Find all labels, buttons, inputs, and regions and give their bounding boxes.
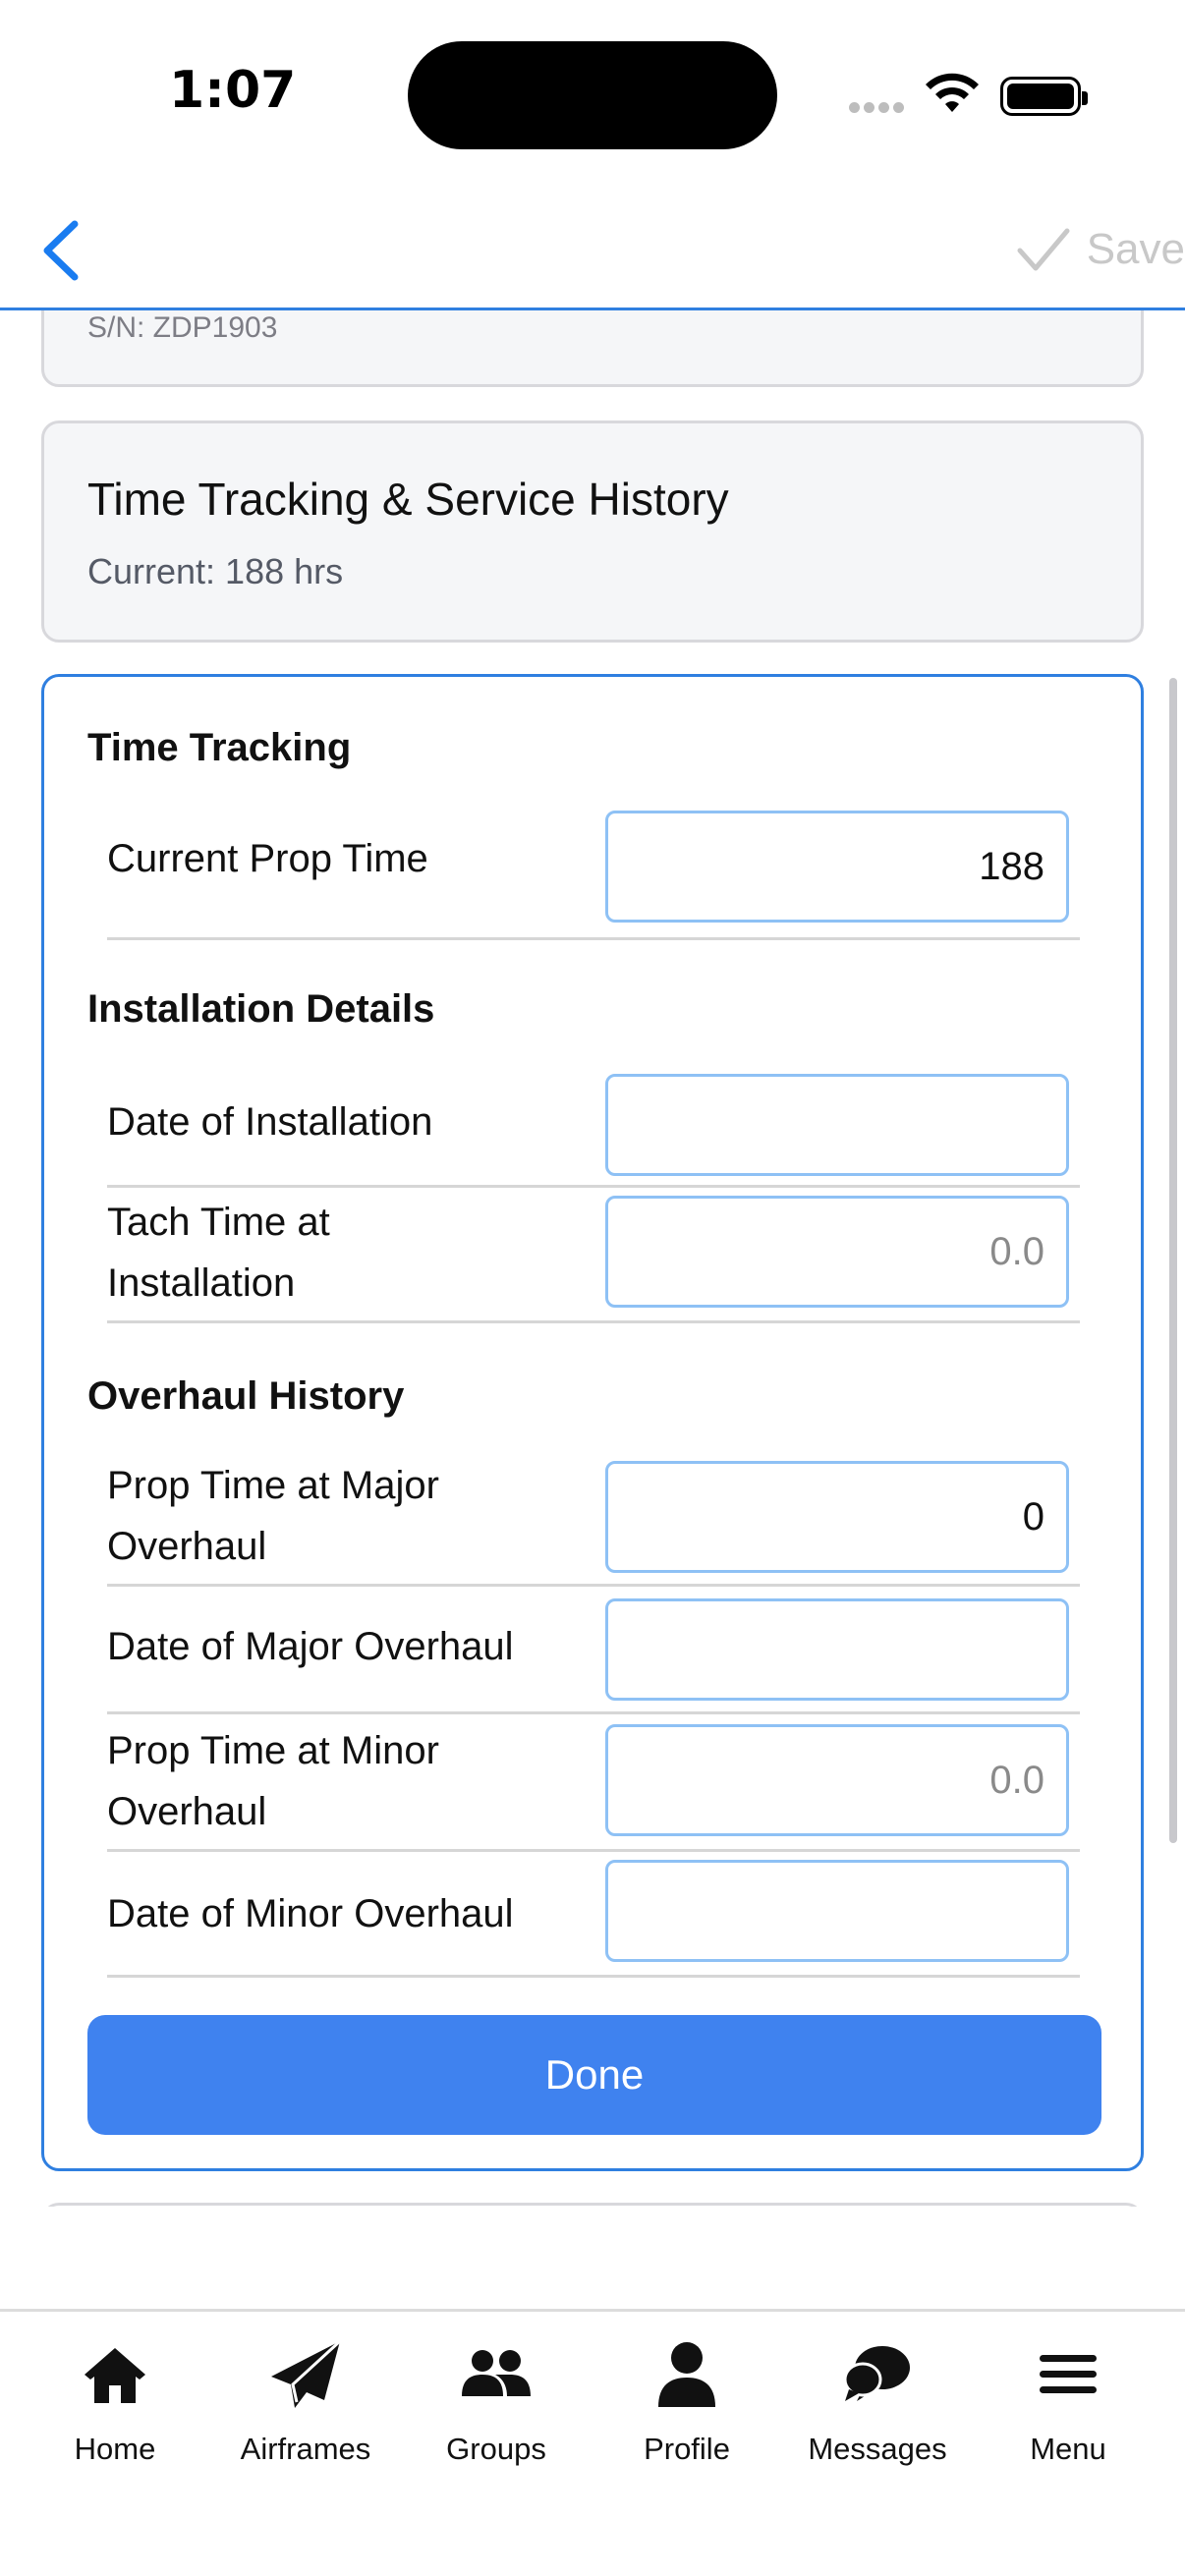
row-prop-time-minor: Prop Time at Minor Overhaul [107, 1714, 1080, 1852]
label-date-of-installation: Date of Installation [107, 1100, 433, 1144]
label-date-major: Date of Major Overhaul [107, 1625, 514, 1668]
tach-time-installation-input[interactable] [605, 1196, 1069, 1308]
current-prop-time-input[interactable] [605, 811, 1069, 923]
tab-messages[interactable]: Messages [782, 2335, 973, 2492]
groups-icon [457, 2335, 536, 2414]
tab-label-home: Home [74, 2432, 156, 2466]
prop-time-minor-input[interactable] [605, 1724, 1069, 1836]
battery-icon [1000, 77, 1088, 116]
tab-bar: Home Airframes Groups Profile Messages M… [0, 2309, 1185, 2576]
save-label: Save [1086, 225, 1185, 273]
serial-card: S/N: ZDP1903 [41, 310, 1144, 387]
cellular-signal-icon [849, 102, 904, 113]
date-major-input[interactable] [605, 1598, 1069, 1701]
section-title-installation: Installation Details [87, 987, 435, 1031]
row-date-of-installation: Date of Installation [107, 1066, 1080, 1188]
home-icon [76, 2335, 154, 2414]
tab-profile[interactable]: Profile [592, 2335, 782, 2492]
label-prop-time-major: Prop Time at Major Overhaul [107, 1464, 439, 1568]
tab-airframes[interactable]: Airframes [210, 2335, 401, 2492]
date-minor-input[interactable] [605, 1860, 1069, 1962]
done-button[interactable]: Done [87, 2015, 1101, 2135]
scrollbar[interactable] [1169, 678, 1177, 1843]
row-date-major: Date of Major Overhaul [107, 1587, 1080, 1714]
service-history-card[interactable]: Time Tracking & Service History Current:… [41, 420, 1144, 643]
label-tach-time-installation: Tach Time at Installation [107, 1201, 330, 1305]
section-title-overhaul: Overhaul History [87, 1374, 405, 1418]
row-date-minor: Date of Minor Overhaul [107, 1852, 1080, 1978]
next-card [41, 2203, 1144, 2207]
prop-time-major-input[interactable] [605, 1461, 1069, 1573]
tab-menu[interactable]: Menu [973, 2335, 1163, 2492]
label-date-minor: Date of Minor Overhaul [107, 1892, 514, 1935]
label-current-prop-time: Current Prop Time [107, 837, 428, 880]
status-bar: 1:07 [0, 0, 1185, 187]
back-button[interactable] [35, 216, 94, 285]
tab-groups[interactable]: Groups [401, 2335, 592, 2492]
tab-label-messages: Messages [808, 2432, 947, 2466]
wifi-icon [924, 73, 981, 120]
tab-home[interactable]: Home [20, 2335, 210, 2492]
chevron-left-icon [43, 220, 79, 281]
time-tracking-form: Time Tracking Current Prop Time Installa… [41, 674, 1144, 2171]
card-title: Time Tracking & Service History [87, 474, 729, 525]
serial-number: S/N: ZDP1903 [87, 311, 278, 344]
messages-icon [838, 2335, 917, 2414]
row-prop-time-major: Prop Time at Major Overhaul [107, 1443, 1080, 1587]
menu-icon [1029, 2335, 1107, 2414]
tab-label-groups: Groups [446, 2432, 546, 2466]
nav-bar: Save [0, 187, 1185, 310]
row-tach-time-installation: Tach Time at Installation [107, 1188, 1080, 1323]
row-current-prop-time: Current Prop Time [107, 803, 1080, 940]
profile-icon [648, 2335, 726, 2414]
label-prop-time-minor: Prop Time at Minor Overhaul [107, 1729, 439, 1833]
section-title-time-tracking: Time Tracking [87, 726, 352, 769]
tab-label-profile: Profile [644, 2432, 730, 2466]
tab-label-airframes: Airframes [240, 2432, 371, 2466]
save-button[interactable]: Save [1016, 218, 1185, 281]
tab-label-menu: Menu [1030, 2432, 1106, 2466]
current-time-summary: Current: 188 hrs [87, 551, 344, 591]
dynamic-island [408, 41, 777, 149]
checkmark-icon [1017, 228, 1070, 271]
scroll-content[interactable]: S/N: ZDP1903 Time Tracking & Service His… [0, 310, 1185, 2207]
date-of-installation-input[interactable] [605, 1074, 1069, 1176]
status-time: 1:07 [169, 61, 297, 120]
paper-plane-icon [266, 2335, 345, 2414]
